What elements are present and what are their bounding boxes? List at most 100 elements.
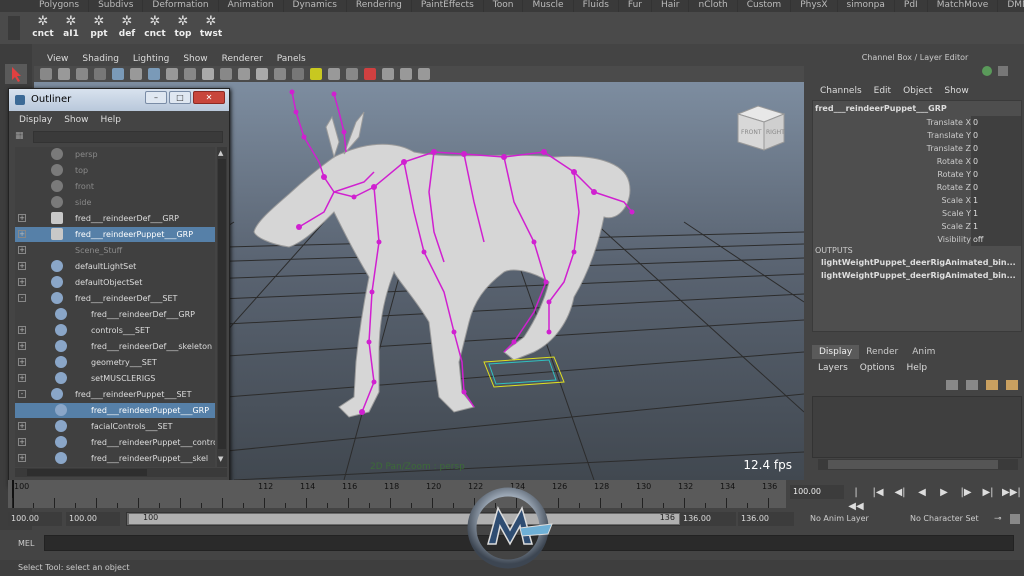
panel-menu-item[interactable]: Panels xyxy=(270,52,313,66)
scroll-down-icon[interactable]: ▼ xyxy=(218,455,223,463)
shelf-button[interactable]: ✲ ppt xyxy=(86,14,112,42)
expand-icon[interactable]: + xyxy=(18,438,26,446)
animation-end-field[interactable]: 136.00 xyxy=(738,512,794,526)
shelf-button[interactable]: ✲ aI1 xyxy=(58,14,84,42)
expand-icon[interactable]: + xyxy=(18,246,26,254)
select-tool-icon[interactable] xyxy=(5,64,27,84)
outliner-item[interactable]: - fred___reindeerDef___SET xyxy=(15,291,215,306)
panel-toolbar-icon[interactable] xyxy=(310,68,322,80)
minimize-button[interactable]: – xyxy=(145,91,167,104)
expand-icon[interactable]: + xyxy=(18,342,26,350)
shelf-tab[interactable]: Deformation xyxy=(143,0,219,12)
shelf-button[interactable]: ✲ def xyxy=(114,14,140,42)
playback-button[interactable]: |◀ xyxy=(870,486,886,500)
channel-box-icon[interactable] xyxy=(982,66,992,76)
attribute-value-field[interactable]: off xyxy=(971,233,1021,246)
outliner-item[interactable]: fred___reindeerPuppet___GRP xyxy=(15,403,215,418)
expand-icon[interactable]: + xyxy=(18,230,26,238)
outliner-item[interactable]: - fred___reindeerPuppet___SET xyxy=(15,387,215,402)
new-layer-icon[interactable] xyxy=(986,380,998,390)
outliner-item[interactable]: + fred___reindeerPuppet___skel xyxy=(15,451,215,466)
playback-button[interactable]: ▶ xyxy=(936,486,952,500)
current-time-field[interactable]: 100.00 xyxy=(790,485,844,499)
collapse-icon[interactable]: - xyxy=(18,390,26,398)
outliner-vertical-scrollbar[interactable]: ▲ ▼ xyxy=(217,147,227,467)
panel-toolbar-icon[interactable] xyxy=(58,68,70,80)
outliner-item[interactable]: front xyxy=(15,179,215,194)
outliner-menu-item[interactable]: Help xyxy=(94,113,127,127)
channel-box-menu-item[interactable]: Edit xyxy=(868,84,897,98)
command-language-label[interactable]: MEL xyxy=(18,538,34,550)
output-node[interactable]: lightWeightPuppet_deerRigAnimated_bin... xyxy=(821,271,1016,280)
attribute-value-field[interactable]: 0 xyxy=(971,168,1021,181)
range-slider-handle[interactable]: 100 136 xyxy=(129,513,679,524)
playback-button[interactable]: ◀| xyxy=(892,486,908,500)
scroll-thumb[interactable] xyxy=(218,159,226,449)
scroll-up-icon[interactable]: ▲ xyxy=(218,149,223,157)
shelf-tab[interactable]: PhysX xyxy=(791,0,838,12)
expand-icon[interactable]: + xyxy=(18,278,26,286)
expand-icon[interactable]: + xyxy=(18,326,26,334)
shelf-button[interactable]: ✲ top xyxy=(170,14,196,42)
shelf-tab[interactable]: MatchMove xyxy=(928,0,999,12)
panel-toolbar-icon[interactable] xyxy=(256,68,268,80)
layer-editor-tab[interactable]: Display xyxy=(812,345,860,359)
maximize-button[interactable]: □ xyxy=(169,91,191,104)
outliner-item[interactable]: + controls___SET xyxy=(15,323,215,338)
channel-box-menu-item[interactable]: Object xyxy=(897,84,938,98)
shelf-tab[interactable]: Dynamics xyxy=(284,0,347,12)
playback-end-field[interactable]: 136.00 xyxy=(680,512,736,526)
shelf-tab[interactable]: Fur xyxy=(619,0,652,12)
channel-attribute-row[interactable]: Translate Z0 xyxy=(813,142,1021,155)
hscroll-thumb[interactable] xyxy=(27,469,147,476)
panel-menu-item[interactable]: Lighting xyxy=(126,52,176,66)
panel-toolbar-icon[interactable] xyxy=(202,68,214,80)
shelf-button[interactable]: ✲ cnct xyxy=(142,14,168,42)
outliner-item[interactable]: + setMUSCLERIGS xyxy=(15,371,215,386)
panel-toolbar-icon[interactable] xyxy=(76,68,88,80)
shelf-tab[interactable]: Custom xyxy=(738,0,792,12)
outliner-item[interactable]: + fred___reindeerDef___GRP xyxy=(15,211,215,226)
layer-editor-tab[interactable]: Render xyxy=(859,345,905,359)
shelf-button[interactable]: ✲ twst xyxy=(198,14,224,42)
anim-layer-dropdown[interactable]: No Anim Layer xyxy=(810,512,869,526)
layer-editor-menu-item[interactable]: Options xyxy=(854,361,901,375)
outliner-item[interactable]: + fred___reindeerPuppet___controls xyxy=(15,435,215,450)
layer-scroll-thumb[interactable] xyxy=(828,460,998,469)
outliner-horizontal-scrollbar[interactable] xyxy=(15,468,227,477)
outliner-item[interactable]: side xyxy=(15,195,215,210)
attribute-value-field[interactable]: 0 xyxy=(971,116,1021,129)
panel-toolbar-icon[interactable] xyxy=(166,68,178,80)
outliner-titlebar[interactable]: Outliner – □ ✕ xyxy=(9,89,229,111)
time-slider[interactable]: 100 112 114 116 118 120 122 124 126 128 130 132 134… xyxy=(8,480,786,508)
outliner-item[interactable]: persp xyxy=(15,147,215,162)
shelf-tab[interactable]: Toon xyxy=(484,0,524,12)
expand-icon[interactable]: + xyxy=(18,214,26,222)
shelf-tab[interactable]: PdI xyxy=(895,0,928,12)
outliner-item[interactable]: + defaultObjectSet xyxy=(15,275,215,290)
channel-attribute-row[interactable]: Rotate Z0 xyxy=(813,181,1021,194)
channel-attribute-row[interactable]: Rotate Y0 xyxy=(813,168,1021,181)
channel-box-menu-item[interactable]: Show xyxy=(938,84,974,98)
shelf-tab[interactable]: DMM xyxy=(998,0,1024,12)
animation-start-field[interactable]: 100.00 xyxy=(8,512,62,526)
outliner-item[interactable]: + geometry___SET xyxy=(15,355,215,370)
panel-toolbar-icon[interactable] xyxy=(238,68,250,80)
expand-icon[interactable]: + xyxy=(18,262,26,270)
attribute-value-field[interactable]: 1 xyxy=(971,220,1021,233)
shelf-tab[interactable]: PaintEffects xyxy=(412,0,484,12)
panel-toolbar-icon[interactable] xyxy=(130,68,142,80)
panel-menu-item[interactable]: Shading xyxy=(75,52,126,66)
playback-button[interactable]: ▶| xyxy=(980,486,996,500)
outliner-filter-input[interactable] xyxy=(33,131,223,143)
layer-editor-tab[interactable]: Anim xyxy=(905,345,942,359)
outliner-item[interactable]: + defaultLightSet xyxy=(15,259,215,274)
panel-toolbar-icon[interactable] xyxy=(328,68,340,80)
outliner-item[interactable]: fred___reindeerDef___GRP xyxy=(15,307,215,322)
shelf-tab[interactable]: Rendering xyxy=(347,0,412,12)
shelf-menu-icon[interactable] xyxy=(8,16,20,40)
output-node[interactable]: lightWeightPuppet_deerRigAnimated_bin... xyxy=(821,258,1016,267)
panel-menu-item[interactable]: Renderer xyxy=(215,52,270,66)
shelf-tab[interactable]: Subdivs xyxy=(89,0,144,12)
panel-toolbar-icon[interactable] xyxy=(94,68,106,80)
